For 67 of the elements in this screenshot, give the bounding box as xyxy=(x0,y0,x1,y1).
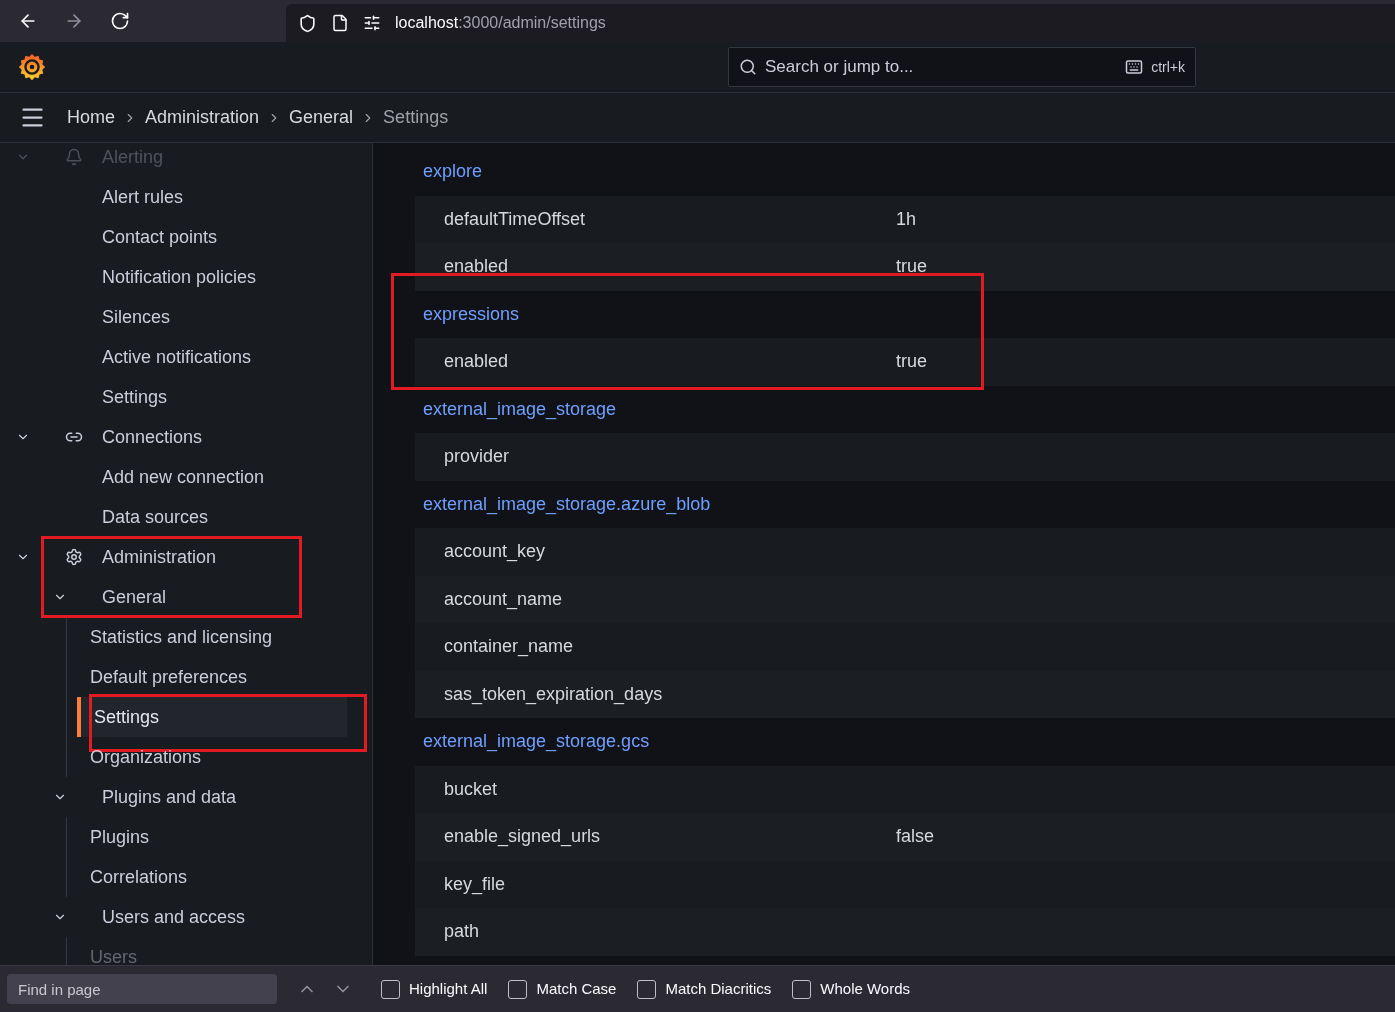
breadcrumb-link[interactable]: Settings xyxy=(383,104,449,131)
sidebar-item[interactable]: Notification policies xyxy=(102,263,257,291)
checkbox[interactable] xyxy=(792,979,812,999)
checkbox[interactable] xyxy=(508,979,528,999)
sidebar-item[interactable]: Organizations xyxy=(77,737,347,777)
checkbox[interactable] xyxy=(637,979,657,999)
sidebar-item[interactable]: Administration xyxy=(102,543,217,571)
search-icon xyxy=(739,58,757,76)
sidebar-item[interactable]: Alert rules xyxy=(102,183,184,211)
setting-value: true xyxy=(896,255,928,279)
sidebar-item[interactable]: Active notifications xyxy=(102,343,252,371)
checkbox[interactable] xyxy=(381,979,400,999)
page-icon[interactable] xyxy=(331,14,349,32)
setting-key: key_file xyxy=(444,870,896,898)
permissions-icon[interactable] xyxy=(363,14,381,32)
sidebar-item[interactable]: Settings xyxy=(77,697,347,737)
setting-value: false xyxy=(896,825,935,849)
sidebar-item[interactable]: Plugins and data xyxy=(102,783,237,811)
setting-key: path xyxy=(444,918,896,946)
shortcut-hint: ctrl+k xyxy=(1151,57,1185,77)
setting-key: sas_token_expiration_days xyxy=(444,680,896,708)
gear-icon xyxy=(64,548,83,566)
sidebar-item[interactable]: General xyxy=(102,583,167,611)
sidebar-item[interactable]: Connections xyxy=(102,423,203,451)
url-text: localhost:3000/admin/settings xyxy=(395,13,606,33)
breadcrumb-link[interactable]: Home xyxy=(67,104,115,131)
setting-key: enabled xyxy=(444,253,896,281)
setting-key: enable_signed_urls xyxy=(444,823,896,851)
shield-icon[interactable] xyxy=(298,13,317,33)
breadcrumb-link[interactable]: General xyxy=(289,104,354,131)
bell-icon xyxy=(64,148,83,166)
checkbox-label: Highlight All xyxy=(409,978,488,999)
section-heading: external_image_storage xyxy=(423,397,617,422)
breadcrumb-link[interactable]: Administration xyxy=(145,104,260,131)
sidebar-item[interactable]: Statistics and licensing xyxy=(77,617,347,657)
setting-value: 1h xyxy=(896,207,917,231)
setting-key: account_key xyxy=(444,538,896,566)
setting-key: provider xyxy=(444,443,896,471)
sidebar-item[interactable]: Correlations xyxy=(77,857,347,897)
reload-icon[interactable] xyxy=(110,11,130,31)
section-heading: external_image_storage.gcs xyxy=(423,730,650,754)
sidebar-item[interactable]: Settings xyxy=(102,383,168,411)
search-bar[interactable]: Search or jump to... ctrl+k xyxy=(728,47,1196,87)
sidebar-item[interactable]: Default preferences xyxy=(77,657,347,697)
section-heading: external_image_storage.azure_blob xyxy=(423,492,711,517)
setting-value: true xyxy=(896,350,928,374)
setting-key: enabled xyxy=(444,348,896,376)
sidebar-item[interactable]: Data sources xyxy=(102,503,209,531)
sidebar-item[interactable]: Contact points xyxy=(102,223,218,251)
sidebar-item[interactable]: Users and access xyxy=(102,903,246,931)
section-heading: explore xyxy=(423,160,483,184)
checkbox-label: Whole Words xyxy=(820,978,911,999)
setting-key: defaultTimeOffset xyxy=(444,205,896,233)
search-field[interactable]: Search or jump to... xyxy=(765,54,1118,80)
find-field[interactable]: Find in page xyxy=(7,974,277,1004)
setting-key: account_name xyxy=(444,585,896,613)
section-heading: expressions xyxy=(423,302,520,326)
setting-key: container_name xyxy=(444,633,896,661)
checkbox-label: Match Case xyxy=(536,978,617,999)
sidebar-item[interactable]: Silences xyxy=(102,303,171,331)
keyboard-icon xyxy=(1125,58,1144,76)
sidebar-item[interactable]: Plugins xyxy=(77,817,347,857)
setting-key: bucket xyxy=(444,775,896,803)
checkbox-label: Match Diacritics xyxy=(665,978,772,999)
address-bar[interactable]: localhost:3000/admin/settings xyxy=(286,4,1395,42)
sidebar-item[interactable]: Add new connection xyxy=(102,463,265,491)
logo-icon[interactable] xyxy=(17,52,47,82)
